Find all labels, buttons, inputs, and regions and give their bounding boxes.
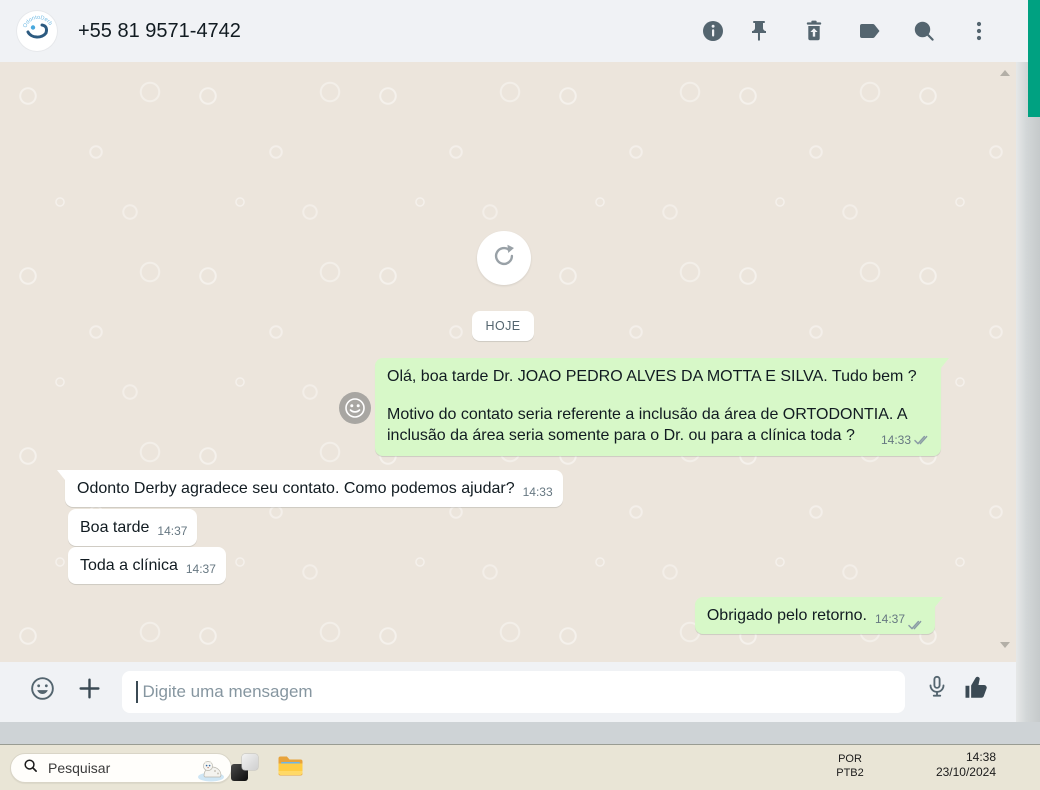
message-bubble-outgoing[interactable]: Obrigado pelo retorno. 14:37 (694, 597, 944, 634)
tray-clock[interactable]: 14:38 23/10/2024 (936, 750, 996, 780)
chat-scrollbar-up-arrow[interactable] (1000, 70, 1010, 76)
accent-corner-strip (1028, 0, 1040, 117)
message-time: 14:37 (185, 562, 216, 576)
chat-header: OdontoDerby +55 81 9571-4742 (0, 0, 1028, 62)
tray-time: 14:38 (965, 750, 996, 764)
message-text: Motivo do contato seria referente a incl… (387, 406, 907, 444)
refresh-icon (491, 243, 517, 274)
thumbs-up-icon[interactable] (962, 673, 992, 703)
message-time: 14:33 (522, 485, 553, 499)
input-placeholder: Digite uma mensagem (142, 682, 313, 701)
bot-smiley-avatar (339, 392, 371, 424)
message-text: Boa tarde (80, 519, 150, 536)
message-time: 14:37 (874, 612, 905, 626)
file-explorer-icon[interactable] (277, 754, 304, 778)
window-scrollbar[interactable] (1016, 62, 1040, 722)
light-square (242, 754, 258, 770)
page-background-strip (0, 722, 1040, 745)
pin-icon[interactable] (747, 19, 771, 43)
message-bubble-incoming[interactable]: Odonto Derby agradece seu contato. Como … (57, 470, 563, 507)
message-input[interactable]: Digite uma mensagem (122, 671, 905, 713)
svg-text:OdontoDerby: OdontoDerby (17, 11, 53, 29)
chat-scrollbar-down-arrow[interactable] (1000, 642, 1010, 648)
search-label: Pesquisar (48, 760, 111, 776)
message-time: 14:33 (880, 433, 911, 447)
message-bubble-outgoing[interactable]: Olá, boa tarde Dr. JOAO PEDRO ALVES DA M… (375, 358, 949, 456)
windows-taskbar: Pesquisar POR PTB2 14:38 23/10/2024 (0, 745, 1040, 790)
message-time: 14:37 (157, 524, 188, 538)
chat-title[interactable]: +55 81 9571-4742 (78, 0, 241, 62)
message-text: Olá, boa tarde Dr. JOAO PEDRO ALVES DA M… (387, 368, 917, 385)
message-text: Odonto Derby agradece seu contato. Como … (77, 480, 515, 497)
label-icon[interactable] (857, 19, 881, 43)
search-daily-image (194, 755, 228, 782)
date-chip: HOJE (472, 311, 534, 341)
message-text: Toda a clínica (80, 557, 178, 574)
language-line1: POR (838, 753, 862, 765)
message-text: Obrigado pelo retorno. (706, 607, 867, 624)
kebab-menu-icon[interactable] (967, 19, 991, 43)
sync-refresh-button[interactable] (477, 231, 531, 285)
trash-restore-icon[interactable] (802, 19, 826, 43)
text-caret (136, 681, 138, 703)
overlapping-squares-icon[interactable] (231, 754, 258, 781)
search-icon (23, 758, 38, 778)
chat-area: HOJE Olá, boa tarde Dr. JOAO PEDRO ALVES… (0, 62, 1016, 662)
info-icon[interactable] (701, 19, 725, 43)
taskbar-search[interactable]: Pesquisar (10, 753, 232, 783)
screen: HOJE Olá, boa tarde Dr. JOAO PEDRO ALVES… (0, 0, 1040, 790)
message-bubble-incoming[interactable]: Boa tarde 14:37 (68, 509, 198, 546)
language-line2: PTB2 (836, 766, 864, 779)
mic-icon[interactable] (924, 674, 950, 700)
date-chip-label: HOJE (485, 319, 521, 333)
message-bubble-incoming[interactable]: Toda a clínica 14:37 (68, 547, 226, 584)
search-icon[interactable] (912, 19, 936, 43)
contact-avatar[interactable]: OdontoDerby (16, 7, 57, 51)
double-check-icon (908, 620, 925, 631)
tray-date: 23/10/2024 (935, 765, 996, 779)
double-check-icon (914, 435, 931, 446)
message-composer: Digite uma mensagem (0, 662, 1016, 722)
emoji-icon[interactable] (29, 675, 56, 702)
language-indicator[interactable]: POR PTB2 (828, 753, 872, 780)
plus-icon[interactable] (77, 676, 102, 701)
